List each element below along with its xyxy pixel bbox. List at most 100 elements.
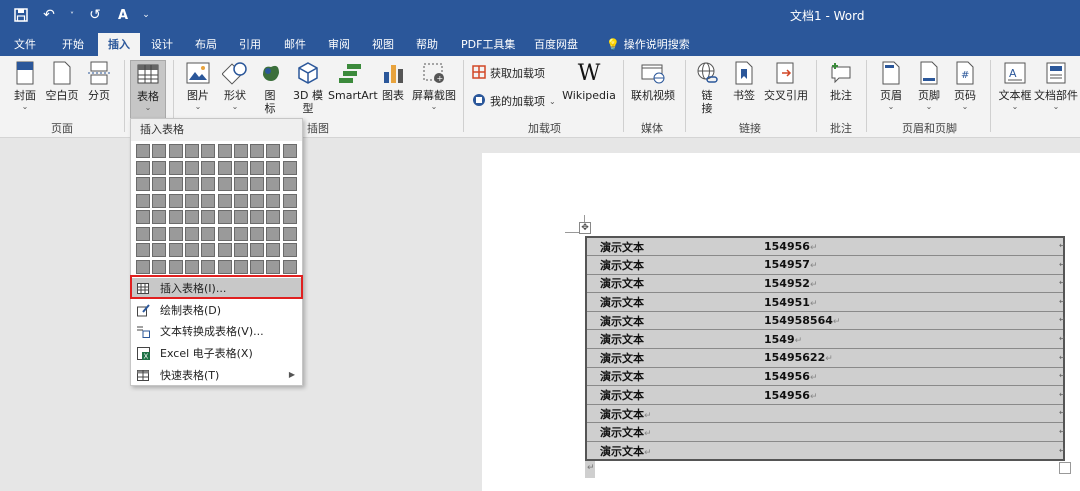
grid-cell[interactable] <box>201 210 216 224</box>
wikipedia-button[interactable]: W Wikipedia <box>562 60 616 103</box>
grid-cell[interactable] <box>168 144 183 158</box>
table-cell-value[interactable]: 154958564↵ <box>724 311 1064 331</box>
save-icon[interactable] <box>12 6 30 24</box>
table-cell-label[interactable]: 演示文本 <box>586 237 724 257</box>
table-cell-label[interactable]: 演示文本 <box>586 274 724 294</box>
grid-cell[interactable] <box>184 259 199 274</box>
grid-cell[interactable] <box>184 226 199 241</box>
table-cell-label[interactable]: 演示文本 <box>586 385 724 405</box>
grid-cell[interactable] <box>217 177 232 191</box>
table-cell-label[interactable]: 演示文本 <box>586 255 724 275</box>
grid-cell[interactable] <box>217 226 232 241</box>
grid-cell[interactable] <box>168 259 183 274</box>
grid-cell[interactable] <box>217 144 232 158</box>
icons-button[interactable]: 图 标 <box>258 60 282 115</box>
table-row[interactable]: 演示文本↵ <box>586 404 1064 424</box>
grid-cell[interactable] <box>152 144 167 158</box>
grid-cell[interactable] <box>201 226 216 241</box>
table-cell-label[interactable]: 演示文本↵ <box>586 422 724 443</box>
grid-cell[interactable] <box>266 160 281 175</box>
table-row[interactable]: 演示文本 154956↵ <box>586 367 1064 387</box>
grid-cell[interactable] <box>282 177 297 191</box>
grid-cell[interactable] <box>282 226 297 241</box>
table-cell-value[interactable] <box>724 422 1064 443</box>
grid-cell[interactable] <box>152 160 167 175</box>
grid-cell[interactable] <box>168 193 183 208</box>
excel-spreadsheet-menu-item[interactable]: X Excel 电子表格(X) <box>132 343 303 363</box>
tab-pdf-tools[interactable]: PDF工具集 <box>451 33 525 56</box>
table-row[interactable]: 演示文本↵ <box>586 422 1064 443</box>
grid-cell[interactable] <box>168 243 183 257</box>
grid-cell[interactable] <box>168 160 183 175</box>
table-row[interactable]: 演示文本 154956↵ <box>586 237 1064 257</box>
grid-cell[interactable] <box>217 193 232 208</box>
grid-cell[interactable] <box>152 259 167 274</box>
table-cell-label[interactable]: 演示文本 <box>586 329 724 350</box>
tab-insert[interactable]: 插入 <box>98 33 140 56</box>
shapes-button[interactable]: 形状 ⌄ <box>220 60 250 111</box>
table-cell-label[interactable]: 演示文本 <box>586 348 724 368</box>
grid-cell[interactable] <box>201 243 216 257</box>
table-cell-value[interactable]: 154956↵ <box>724 367 1064 387</box>
grid-cell[interactable] <box>266 210 281 224</box>
text-to-table-menu-item[interactable]: 文本转换成表格(V)... <box>132 321 303 341</box>
grid-cell[interactable] <box>168 226 183 241</box>
table-cell-value[interactable] <box>724 441 1064 461</box>
tab-references[interactable]: 引用 <box>229 33 271 56</box>
grid-cell[interactable] <box>168 210 183 224</box>
grid-cell[interactable] <box>233 177 248 191</box>
undo-dropdown-icon[interactable]: ˅ <box>68 6 76 24</box>
grid-cell[interactable] <box>282 210 297 224</box>
customize-toolbar-icon[interactable]: ⌄ <box>142 6 150 24</box>
grid-cell[interactable] <box>250 160 265 175</box>
grid-cell[interactable] <box>233 193 248 208</box>
draw-table-menu-item[interactable]: 绘制表格(D) <box>132 300 303 320</box>
grid-cell[interactable] <box>266 144 281 158</box>
grid-cell[interactable] <box>282 259 297 274</box>
tab-view[interactable]: 视图 <box>362 33 404 56</box>
grid-cell[interactable] <box>282 243 297 257</box>
tab-help[interactable]: 帮助 <box>406 33 448 56</box>
quick-parts-button[interactable]: 文档部件 ⌄ <box>1034 60 1078 111</box>
read-aloud-icon[interactable]: A <box>114 6 132 24</box>
new-comment-button[interactable]: 批注 <box>826 60 856 102</box>
pictures-button[interactable]: 图片 ⌄ <box>183 60 213 111</box>
table-cell-value[interactable]: 154951↵ <box>724 292 1064 312</box>
grid-cell[interactable] <box>233 226 248 241</box>
smartart-button[interactable]: SmartArt <box>328 60 378 102</box>
tab-review[interactable]: 审阅 <box>318 33 360 56</box>
redo-icon[interactable]: ↺ <box>86 6 104 24</box>
table-move-handle-icon[interactable]: ✥ <box>579 222 591 234</box>
my-addins-button[interactable]: 我的加载项 ⌄ <box>472 92 556 110</box>
table-cell-value[interactable]: 154956↵ <box>724 237 1064 257</box>
page-break-button[interactable]: 分页 <box>84 60 114 102</box>
table-cell-value[interactable]: 154957↵ <box>724 255 1064 275</box>
grid-cell[interactable] <box>152 210 167 224</box>
undo-icon[interactable]: ↶ <box>40 6 58 24</box>
grid-cell[interactable] <box>233 210 248 224</box>
page-number-button[interactable]: # 页码 ⌄ <box>950 60 980 111</box>
grid-cell[interactable] <box>233 144 248 158</box>
grid-cell[interactable] <box>233 243 248 257</box>
table-row[interactable]: 演示文本 15495622↵ <box>586 348 1064 368</box>
3d-models-button[interactable]: 3D 模 型 <box>291 60 325 115</box>
grid-cell[interactable] <box>136 259 150 274</box>
grid-cell[interactable] <box>152 177 167 191</box>
tab-design[interactable]: 设计 <box>141 33 183 56</box>
cross-reference-button[interactable]: 交叉引用 <box>764 60 808 102</box>
grid-cell[interactable] <box>152 243 167 257</box>
tab-home[interactable]: 开始 <box>52 33 94 56</box>
table-cell-label[interactable]: 演示文本 <box>586 292 724 312</box>
document-table[interactable]: 演示文本 154956↵ 演示文本 154957↵ 演示文本 154952↵ 演示文本 154… <box>585 236 1065 462</box>
grid-cell[interactable] <box>217 243 232 257</box>
grid-cell[interactable] <box>266 226 281 241</box>
grid-cell[interactable] <box>136 144 150 158</box>
table-resize-handle-icon[interactable] <box>1059 462 1071 474</box>
tab-file[interactable]: 文件 <box>4 33 46 56</box>
grid-cell[interactable] <box>266 259 281 274</box>
quick-tables-menu-item[interactable]: 快速表格(T) ▶ <box>132 365 303 385</box>
grid-cell[interactable] <box>266 193 281 208</box>
tab-baidu-netdisk[interactable]: 百度网盘 <box>524 33 588 56</box>
grid-cell[interactable] <box>282 160 297 175</box>
table-cell-value[interactable]: 1549↵ <box>724 329 1064 350</box>
